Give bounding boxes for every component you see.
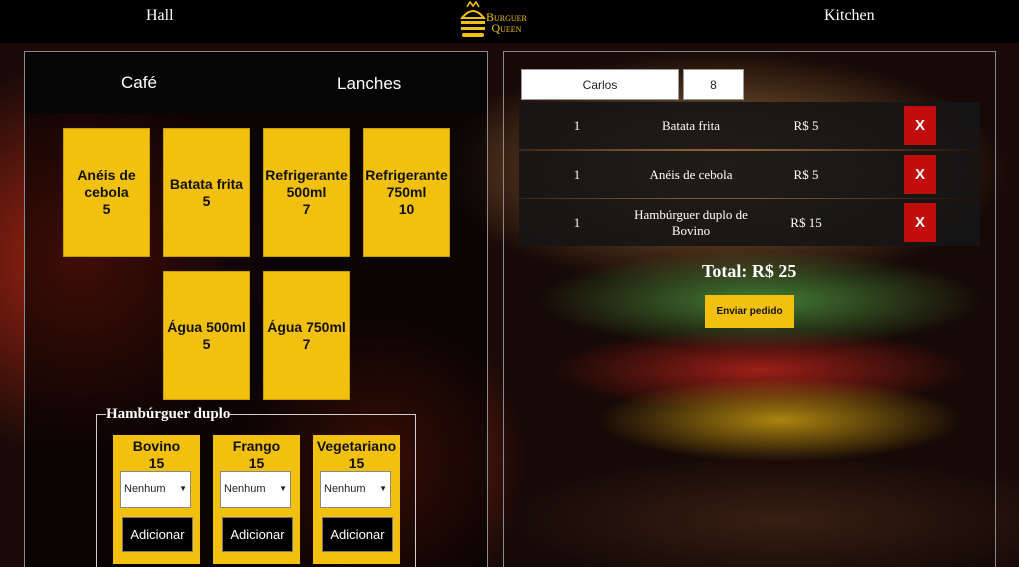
extra-select[interactable]: Nenhum ▼ <box>220 471 291 508</box>
tab-cafe[interactable]: Café <box>121 73 157 93</box>
product-name: Anéis de cebola <box>77 167 136 200</box>
product-name: Batata frita <box>169 175 244 192</box>
table-number-input[interactable]: 8 <box>683 69 744 100</box>
logo-line-2: Queen <box>491 21 522 35</box>
order-item-price: R$ 15 <box>790 214 822 230</box>
nav-hall-link[interactable]: Hall <box>146 7 174 25</box>
tab-lanches[interactable]: Lanches <box>337 74 401 94</box>
chevron-down-icon: ▼ <box>379 484 387 493</box>
logo[interactable]: Burguer Queen <box>458 0 548 40</box>
add-burger-button[interactable]: Adicionar <box>122 517 193 552</box>
product-name: Refrigerante 500ml <box>265 167 348 200</box>
burger-option-card: Vegetariano 15 Nenhum ▼ Adicionar <box>313 435 400 564</box>
burger-icon <box>459 0 487 37</box>
extra-select[interactable]: Nenhum ▼ <box>320 471 391 508</box>
burger-option-title: Bovino 15 <box>113 438 200 472</box>
order-total: Total: R$ 25 <box>702 261 797 281</box>
product-price: 5 <box>102 201 111 217</box>
top-navbar: Hall Burguer Queen Kitchen <box>0 0 1019 43</box>
order-item-row: 1 Anéis de cebola R$ 5 X <box>519 151 980 198</box>
product-price: 5 <box>202 192 211 209</box>
burger-option-price: 15 <box>148 455 165 471</box>
product-card[interactable]: Água 750ml 7 <box>263 271 350 400</box>
order-item-row: 1 Hambúrguer duplo de Bovino R$ 15 X <box>519 199 980 246</box>
order-item-name: Batata frita <box>661 117 721 133</box>
product-card[interactable]: Anéis de cebola 5 <box>63 128 150 257</box>
product-card[interactable]: Batata frita 5 <box>163 128 250 257</box>
burger-option-card: Frango 15 Nenhum ▼ Adicionar <box>213 435 300 564</box>
remove-item-button[interactable]: X <box>904 155 936 194</box>
order-item-qty: 1 <box>573 117 581 133</box>
order-item-price: R$ 5 <box>793 166 819 182</box>
add-burger-button[interactable]: Adicionar <box>322 517 393 552</box>
burger-option-name: Frango <box>232 438 281 454</box>
client-name-input[interactable]: Carlos <box>521 69 679 100</box>
product-card[interactable]: Refrigerante 500ml 7 <box>263 128 350 257</box>
remove-item-button[interactable]: X <box>904 203 936 242</box>
order-item-name: Anéis de cebola <box>649 166 733 182</box>
burger-option-card: Bovino 15 Nenhum ▼ Adicionar <box>113 435 200 564</box>
burger-option-title: Vegetariano 15 <box>313 438 400 472</box>
chevron-down-icon: ▼ <box>279 484 287 493</box>
product-price: 10 <box>398 201 415 217</box>
extra-select[interactable]: Nenhum ▼ <box>120 471 191 508</box>
extra-select-value: Nenhum <box>124 483 166 495</box>
product-card[interactable]: Água 500ml 5 <box>163 271 250 400</box>
product-price: 7 <box>302 335 311 352</box>
product-price: 5 <box>202 335 211 352</box>
add-burger-button[interactable]: Adicionar <box>222 517 293 552</box>
menu-tabs: Café Lanches <box>25 52 487 113</box>
product-name: Água 750ml <box>267 318 346 335</box>
product-name: Refrigerante 750ml <box>365 167 448 200</box>
order-item-name: Hambúrguer duplo de Bovino <box>634 206 748 238</box>
burger-group-legend: Hambúrguer duplo <box>106 406 231 422</box>
product-price: 7 <box>302 201 311 217</box>
order-item-qty: 1 <box>573 214 581 230</box>
burger-option-title: Frango 15 <box>213 438 300 472</box>
order-item-qty: 1 <box>573 166 581 182</box>
extra-select-value: Nenhum <box>224 483 266 495</box>
product-name: Água 500ml <box>167 318 246 335</box>
burger-option-price: 15 <box>248 455 265 471</box>
burger-option-price: 15 <box>348 455 365 471</box>
extra-select-value: Nenhum <box>324 483 366 495</box>
burger-option-name: Vegetariano <box>316 438 397 454</box>
remove-item-button[interactable]: X <box>904 106 936 145</box>
product-card[interactable]: Refrigerante 750ml 10 <box>363 128 450 257</box>
chevron-down-icon: ▼ <box>179 484 187 493</box>
burger-option-name: Bovino <box>132 438 181 454</box>
order-item-row: 1 Batata frita R$ 5 X <box>519 102 980 149</box>
send-order-button[interactable]: Enviar pedido <box>705 295 794 328</box>
order-item-price: R$ 5 <box>793 117 819 133</box>
nav-kitchen-link[interactable]: Kitchen <box>824 7 875 25</box>
logo-text: Burguer Queen <box>486 11 527 35</box>
